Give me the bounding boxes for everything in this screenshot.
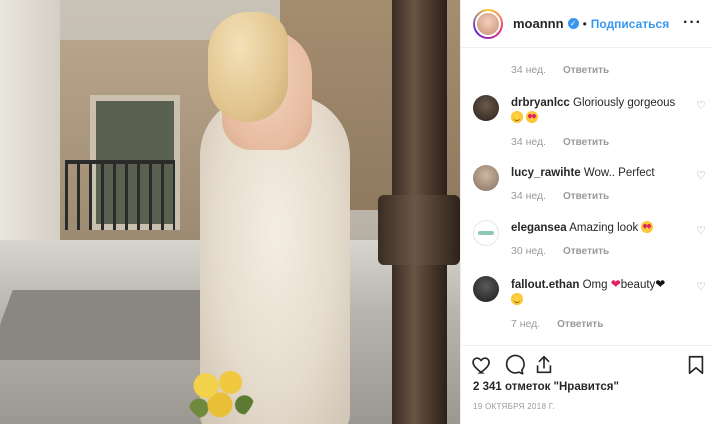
commenter-avatar[interactable] bbox=[473, 95, 499, 121]
comment-meta: 30 нед. Ответить bbox=[511, 245, 609, 257]
list-item: 34 нед. Ответить bbox=[473, 64, 708, 84]
heart-outline-icon[interactable]: ♡ bbox=[696, 224, 708, 237]
commenter-username[interactable]: fallout.ethan bbox=[511, 279, 579, 291]
commenter-avatar[interactable] bbox=[473, 276, 499, 302]
author-avatar[interactable] bbox=[473, 8, 503, 39]
ellipsis-icon[interactable]: ··· bbox=[683, 14, 702, 32]
speech-bubble-icon[interactable] bbox=[503, 354, 525, 376]
comment-age: 7 нед. bbox=[511, 318, 541, 330]
list-item: drbryanlcc Gloriously gorgeous 34 нед. О… bbox=[473, 95, 708, 151]
photo-bouquet bbox=[185, 360, 255, 424]
heart-eyes-emoji-icon bbox=[641, 221, 654, 233]
separator-dot: • bbox=[582, 16, 587, 31]
commenter-avatar[interactable] bbox=[473, 165, 499, 191]
heart-eyes-emoji-icon bbox=[526, 111, 539, 123]
comment-text: fallout.ethan Omg ❤beauty❤ bbox=[511, 277, 681, 308]
comments-list[interactable]: 34 нед. Ответить drbryanlcc Gloriously g… bbox=[461, 48, 713, 344]
post-date[interactable]: 19 ОКТЯБРЯ 2018 Г. bbox=[473, 402, 555, 411]
elegansea-logo-icon bbox=[478, 231, 494, 235]
heart-outline-icon[interactable]: ♡ bbox=[696, 99, 708, 112]
post-side-panel: moannn ✓ • Подписаться ··· 34 нед. Ответ… bbox=[460, 0, 713, 424]
comment-meta: 34 нед. Ответить bbox=[511, 64, 609, 76]
black-heart-emoji-icon: ❤ bbox=[655, 277, 666, 291]
post-actions: 2 341 отметок "Нравится" 19 ОКТЯБРЯ 2018… bbox=[461, 345, 713, 424]
comment-age: 30 нед. bbox=[511, 245, 547, 257]
list-item: elegansea Amazing look 30 нед. Ответить … bbox=[473, 220, 708, 260]
comment-body-start: Omg bbox=[582, 279, 608, 291]
comment-age: 34 нед. bbox=[511, 190, 547, 202]
reply-button[interactable]: Ответить bbox=[563, 246, 609, 257]
comment-meta: 7 нед. Ответить bbox=[511, 318, 603, 330]
commenter-username[interactable]: elegansea bbox=[511, 222, 567, 234]
comment-age: 34 нед. bbox=[511, 64, 547, 76]
comment-age: 34 нед. bbox=[511, 136, 547, 148]
author-username[interactable]: moannn bbox=[513, 16, 564, 31]
list-item: lucy_rawihte Wow.. Perfect 34 нед. Ответ… bbox=[473, 165, 708, 205]
comment-body-end: beauty bbox=[620, 279, 656, 291]
comment-text: drbryanlcc Gloriously gorgeous bbox=[511, 96, 681, 126]
reply-button[interactable]: Ответить bbox=[557, 319, 603, 330]
reply-button[interactable]: Ответить bbox=[563, 65, 609, 76]
comment-body: Gloriously gorgeous bbox=[573, 97, 676, 109]
photo-railing bbox=[65, 160, 175, 230]
reply-button[interactable]: Ответить bbox=[563, 191, 609, 202]
comment-meta: 34 нед. Ответить bbox=[511, 190, 609, 202]
photo-lamp-post-collar bbox=[378, 195, 460, 265]
author-avatar-image bbox=[475, 10, 501, 37]
comment-text: lucy_rawihte Wow.. Perfect bbox=[511, 166, 681, 181]
reply-button[interactable]: Ответить bbox=[563, 137, 609, 148]
commenter-username[interactable]: lucy_rawihte bbox=[511, 167, 581, 179]
comment-body: Amazing look bbox=[569, 222, 639, 234]
verified-badge-icon: ✓ bbox=[567, 18, 579, 29]
photo-sidewalk bbox=[0, 290, 233, 360]
likes-count[interactable]: 2 341 отметок "Нравится" bbox=[473, 381, 619, 393]
heart-outline-icon[interactable] bbox=[471, 354, 493, 376]
comment-meta: 34 нед. Ответить bbox=[511, 136, 609, 148]
commenter-avatar[interactable] bbox=[473, 220, 499, 246]
post-photo[interactable] bbox=[0, 0, 460, 424]
list-item: fallout.ethan Omg ❤beauty❤ 7 нед. Ответи… bbox=[473, 276, 708, 336]
bookmark-icon[interactable] bbox=[685, 354, 707, 376]
heart-outline-icon[interactable]: ♡ bbox=[696, 169, 708, 182]
heart-outline-icon[interactable]: ♡ bbox=[696, 280, 708, 293]
share-icon[interactable] bbox=[533, 354, 555, 376]
commenter-username[interactable]: drbryanlcc bbox=[511, 97, 570, 109]
smiling-face-emoji-icon bbox=[511, 111, 523, 123]
photo-bride-hair bbox=[208, 12, 288, 122]
red-heart-emoji-icon: ❤ bbox=[610, 277, 621, 291]
post-header: moannn ✓ • Подписаться ··· bbox=[461, 0, 713, 48]
smiling-face-emoji-icon bbox=[511, 293, 523, 305]
follow-button[interactable]: Подписаться bbox=[591, 17, 669, 31]
comment-text: elegansea Amazing look bbox=[511, 221, 681, 236]
comment-body: Wow.. Perfect bbox=[583, 167, 655, 179]
